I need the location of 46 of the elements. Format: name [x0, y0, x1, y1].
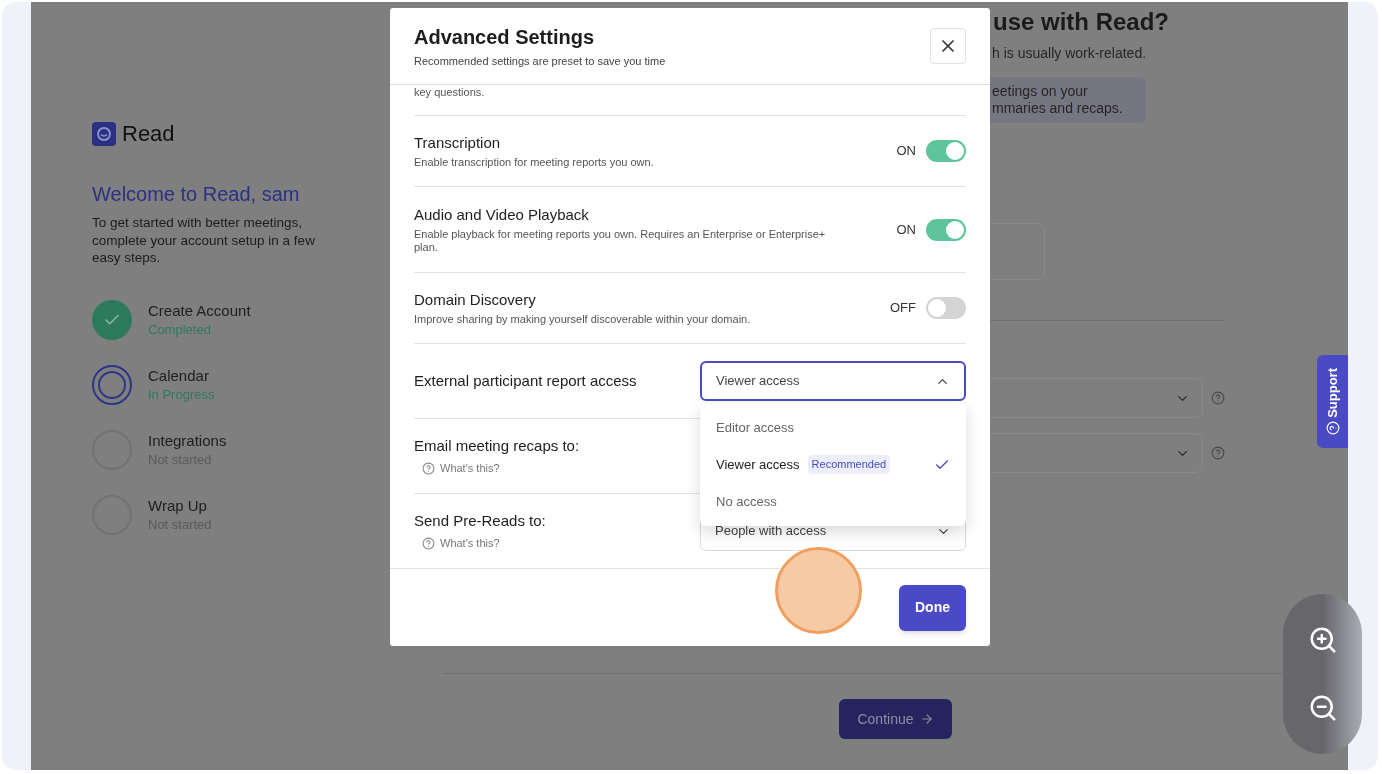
continue-button[interactable]: Continue [839, 699, 952, 739]
arrow-right-icon [919, 712, 934, 726]
help-icon [422, 461, 435, 475]
setting-label: Transcription [414, 133, 502, 154]
logo-text: Read [122, 123, 175, 145]
help-icon [1325, 421, 1340, 436]
help-icon [422, 536, 435, 550]
toggle-switch[interactable] [926, 140, 966, 163]
done-button[interactable]: Done [899, 584, 966, 631]
help-link[interactable]: What's this? [440, 534, 500, 552]
step-title: Create Account [148, 300, 251, 321]
page-title: use with Read? [993, 7, 1171, 37]
setting-description: Enable transcription for meeting reports you own. [414, 156, 655, 170]
dialog-subtitle: Recommended settings are preset to save you time [414, 54, 666, 69]
setting-description: Improve sharing by making yourself discoverable within your domain. [414, 313, 752, 327]
setting-label: Domain Discovery [414, 290, 537, 311]
page-subtitle: h is usually work-related. [992, 44, 1148, 63]
step-title: Calendar [148, 365, 210, 386]
step-title: Wrap Up [148, 495, 208, 516]
welcome-heading: Welcome to Read, sam [92, 182, 301, 206]
close-button[interactable] [930, 28, 966, 64]
intro-text: To get started with better meetings, complete your account setup in a few easy steps. [92, 214, 316, 267]
setting-description: Enable playback for meeting reports you own. Requires an Enterprise or Enterprise+ plan. [414, 228, 827, 255]
toggle-switch[interactable] [926, 297, 966, 320]
setting-label: External participant report access [414, 371, 637, 392]
step-status: Completed [148, 320, 212, 339]
setting-description: key questions. [414, 85, 486, 101]
toggle-state-label: ON [896, 142, 916, 161]
dropdown-select[interactable]: Viewer access [700, 361, 966, 402]
toggle-switch[interactable] [926, 218, 966, 241]
dialog-title: Advanced Settings [414, 25, 596, 50]
setting-label: Email meeting recaps to: [414, 435, 580, 456]
help-icon [1211, 391, 1225, 405]
recommended-badge: Recommended [807, 455, 891, 474]
toggle-state-label: OFF [890, 299, 916, 318]
dropdown-option[interactable]: Viewer access Recommended [700, 446, 966, 484]
setting-label: Send Pre-Reads to: [414, 510, 546, 531]
help-icon [1211, 446, 1225, 460]
dropdown-option[interactable]: Editor access [700, 409, 966, 447]
step-title: Integrations [148, 430, 227, 451]
help-link[interactable]: What's this? [440, 459, 500, 477]
step-status: In Progress [148, 385, 215, 404]
toggle-state-label: ON [896, 220, 916, 239]
support-tab[interactable]: Support [1317, 355, 1348, 448]
logo-icon [92, 122, 116, 146]
setting-label: Audio and Video Playback [414, 205, 590, 226]
